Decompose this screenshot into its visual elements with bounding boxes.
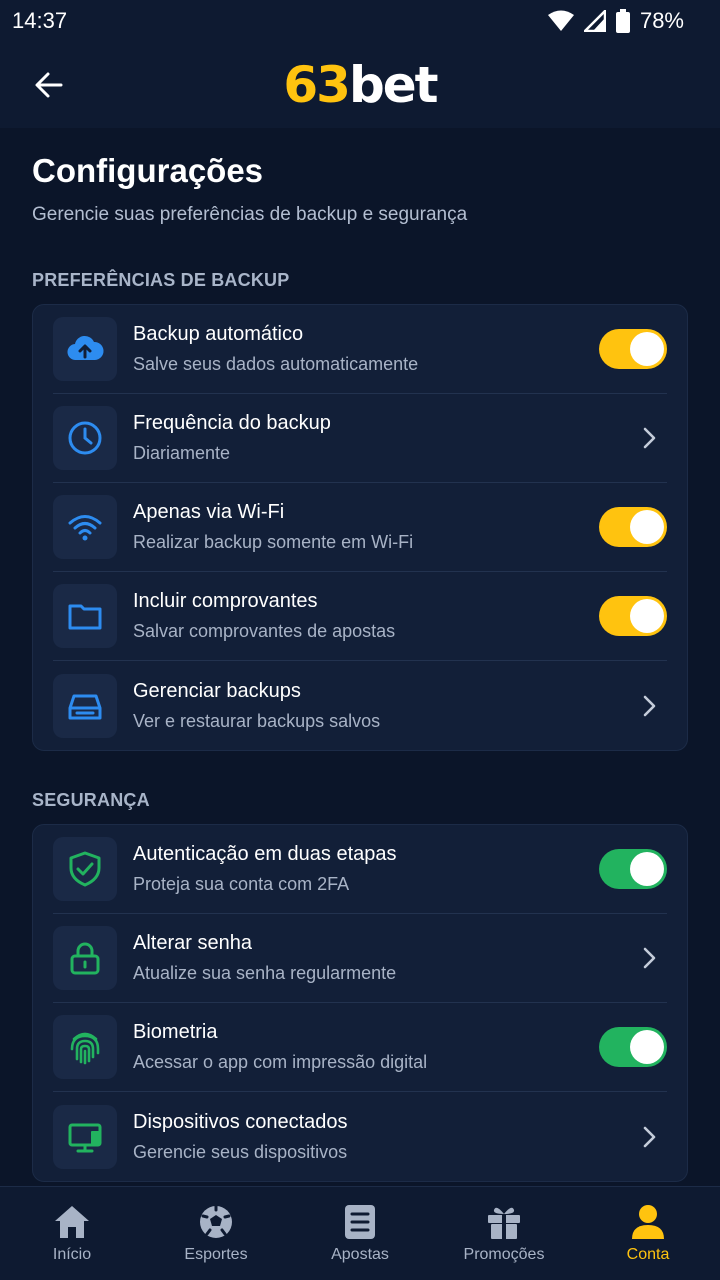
nav-item-apostas[interactable]: Apostas — [288, 1204, 432, 1264]
row-subtitle: Atualize sua senha regularmente — [133, 963, 397, 983]
icon-box — [53, 837, 117, 901]
settings-content[interactable]: Configurações Gerencie suas preferências… — [0, 128, 720, 1186]
row-title: Dispositivos conectados — [133, 1110, 348, 1133]
user-icon — [632, 1204, 664, 1239]
row-title: Alterar senha — [133, 932, 252, 954]
nav-item-esportes[interactable]: Esportes — [144, 1204, 288, 1264]
bottom-nav: Início Esportes Apostas Promoções Conta — [0, 1186, 720, 1280]
backup-card: Backup automático Salve seus dados autom… — [32, 304, 688, 751]
row-title: Backup automático — [133, 323, 304, 345]
row-gerenciar-backups[interactable]: Gerenciar backups Ver e restaurar backup… — [53, 661, 667, 750]
chevron-right-icon — [643, 1126, 656, 1147]
row-alterar-senha[interactable]: Alterar senha Atualize sua senha regular… — [53, 914, 667, 1003]
row-frequencia-backup[interactable]: Frequência do backup Diariamente — [53, 394, 667, 483]
row-title: Frequência do backup — [133, 412, 331, 434]
clock-icon — [68, 421, 102, 455]
lock-icon — [70, 942, 100, 975]
security-card: Autenticação em duas etapas Proteja sua … — [32, 824, 688, 1182]
row-title: Apenas via Wi-Fi — [133, 501, 285, 523]
row-subtitle: Realizar backup somente em Wi-Fi — [133, 532, 414, 552]
status-icons: 78% — [547, 8, 684, 34]
icon-box — [53, 1104, 117, 1169]
nav-item-promocoes[interactable]: Promoções — [432, 1204, 576, 1264]
nav-item-conta[interactable]: Conta — [576, 1204, 720, 1264]
toggle-backup-automatico[interactable] — [599, 329, 667, 369]
icon-box — [53, 926, 117, 990]
row-subtitle: Proteja sua conta com 2FA — [133, 874, 350, 894]
row-subtitle: Salve seus dados automaticamente — [133, 354, 419, 374]
cloud-upload-icon — [67, 335, 104, 361]
shield-check-icon — [69, 851, 101, 887]
row-subtitle: Diariamente — [133, 443, 231, 463]
toggle-2fa[interactable] — [599, 849, 667, 889]
nav-label: Promoções — [463, 1245, 545, 1263]
page-title: Configurações — [32, 152, 264, 189]
nav-label: Início — [52, 1245, 92, 1263]
toggle-incluir-comprovantes[interactable] — [599, 596, 667, 636]
section-label-backup: PREFERÊNCIAS DE BACKUP — [32, 270, 290, 290]
chevron-right-icon — [643, 947, 656, 969]
chevron-right-icon — [643, 695, 656, 716]
row-subtitle: Gerencie seus dispositivos — [133, 1141, 348, 1162]
section-label-security: SEGURANÇA — [32, 790, 150, 810]
toggle-biometria[interactable] — [599, 1027, 667, 1067]
row-backup-automatico[interactable]: Backup automático Salve seus dados autom… — [53, 305, 667, 394]
fingerprint-icon — [70, 1032, 100, 1065]
folder-icon — [68, 604, 102, 630]
row-biometria[interactable]: Biometria Acessar o app com impressão di… — [53, 1003, 667, 1092]
row-title: Gerenciar backups — [133, 679, 301, 702]
row-apenas-wifi[interactable]: Apenas via Wi-Fi Realizar backup somente… — [53, 483, 667, 572]
toggle-apenas-wifi[interactable] — [599, 507, 667, 547]
row-title: Incluir comprovantes — [133, 590, 318, 612]
gift-icon — [488, 1207, 520, 1239]
icon-box — [53, 495, 117, 559]
wifi-signal-icon — [547, 10, 574, 31]
row-incluir-comprovantes[interactable]: Incluir comprovantes Salvar comprovantes… — [53, 572, 667, 661]
battery-icon — [615, 9, 630, 33]
row-title: Autenticação em duas etapas — [133, 843, 397, 865]
icon-box — [53, 317, 117, 381]
bet-slip-icon — [345, 1204, 375, 1239]
row-2fa[interactable]: Autenticação em duas etapas Proteja sua … — [53, 825, 667, 914]
chevron-right-icon — [643, 427, 656, 449]
cell-signal-icon — [583, 10, 606, 32]
nav-label: Esportes — [184, 1245, 248, 1263]
nav-item-inicio[interactable]: Início — [0, 1204, 144, 1264]
page-subtitle: Gerencie suas preferências de backup e s… — [32, 204, 468, 225]
nav-label: Apostas — [331, 1245, 389, 1263]
home-icon — [55, 1205, 89, 1238]
battery-percent: 78% — [639, 8, 684, 33]
status-bar: 14:37 78% — [0, 0, 720, 42]
brand-logo: 63 bet — [283, 56, 439, 114]
soccer-ball-icon — [200, 1204, 232, 1238]
hard-drive-icon — [68, 694, 102, 719]
status-time: 14:37 — [12, 8, 68, 33]
icon-box — [53, 406, 117, 470]
app-bar: 63 bet — [0, 42, 720, 128]
row-dispositivos-conectados[interactable]: Dispositivos conectados Gerencie seus di… — [53, 1092, 667, 1181]
row-subtitle: Acessar o app com impressão digital — [133, 1052, 428, 1072]
row-subtitle: Salvar comprovantes de apostas — [133, 621, 396, 641]
icon-box — [53, 673, 117, 738]
logo-text: bet — [348, 56, 439, 114]
icon-box — [53, 1015, 117, 1079]
monitor-icon — [68, 1123, 102, 1152]
icon-box — [53, 584, 117, 648]
nav-label: Conta — [626, 1245, 670, 1263]
row-title: Biometria — [133, 1021, 218, 1043]
wifi-icon — [68, 515, 102, 541]
arrow-left-icon — [35, 72, 63, 98]
logo-number: 63 — [283, 56, 351, 114]
row-subtitle: Ver e restaurar backups salvos — [133, 710, 381, 731]
back-button[interactable] — [24, 60, 74, 110]
